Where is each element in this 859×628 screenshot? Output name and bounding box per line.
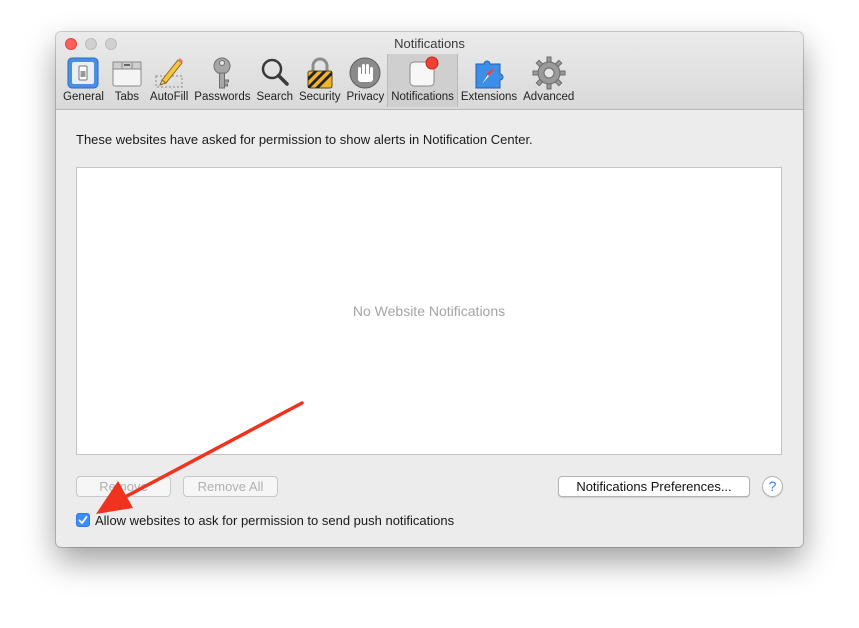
tab-advanced[interactable]: Advanced bbox=[520, 54, 577, 107]
website-notifications-list[interactable]: No Website Notifications bbox=[76, 167, 782, 455]
hand-icon bbox=[349, 57, 381, 89]
pane-description: These websites have asked for permission… bbox=[76, 132, 533, 147]
tab-security-label: Security bbox=[298, 91, 341, 103]
tab-privacy[interactable]: Privacy bbox=[344, 54, 388, 107]
general-switch-icon bbox=[67, 57, 99, 89]
tab-passwords-label: Passwords bbox=[194, 91, 251, 103]
empty-list-message: No Website Notifications bbox=[352, 303, 506, 319]
notifications-preferences-button[interactable]: Notifications Preferences... bbox=[558, 476, 750, 497]
allow-push-checkbox[interactable] bbox=[76, 513, 90, 527]
tab-search[interactable]: Search bbox=[254, 54, 296, 107]
tab-autofill[interactable]: AutoFill bbox=[147, 54, 191, 107]
tab-security[interactable]: Security bbox=[296, 54, 344, 107]
toolbar: Notifications General Tabs AutoFill Pass… bbox=[56, 32, 803, 110]
remove-all-button[interactable]: Remove All bbox=[183, 476, 278, 497]
tab-passwords[interactable]: Passwords bbox=[191, 54, 253, 107]
tab-general-label: General bbox=[63, 91, 104, 103]
remove-button[interactable]: Remove bbox=[76, 476, 171, 497]
magnifier-icon bbox=[261, 58, 289, 86]
tab-extensions-label: Extensions bbox=[460, 91, 518, 103]
tab-general[interactable]: General bbox=[60, 54, 107, 107]
notifications-pane: These websites have asked for permission… bbox=[56, 110, 803, 547]
tab-advanced-label: Advanced bbox=[523, 91, 575, 103]
tab-notifications-label: Notifications bbox=[391, 91, 454, 103]
autofill-pencil-icon bbox=[155, 58, 184, 88]
gear-icon bbox=[532, 56, 566, 90]
tab-tabs[interactable]: Tabs bbox=[107, 54, 147, 107]
preference-tabs: General Tabs AutoFill Passwords Search S… bbox=[60, 54, 577, 107]
preferences-window: Notifications General Tabs AutoFill Pass… bbox=[56, 32, 803, 547]
tabs-icon bbox=[112, 61, 142, 87]
notifications-badge-icon bbox=[409, 56, 439, 87]
tab-autofill-label: AutoFill bbox=[149, 91, 189, 103]
tab-notifications[interactable]: Notifications bbox=[387, 54, 458, 107]
window-title: Notifications bbox=[394, 36, 465, 51]
key-icon bbox=[213, 57, 231, 89]
help-button[interactable]: ? bbox=[762, 476, 783, 497]
tab-tabs-label: Tabs bbox=[114, 91, 140, 103]
tab-search-label: Search bbox=[256, 91, 293, 103]
puzzle-compass-icon bbox=[475, 60, 504, 89]
tab-extensions[interactable]: Extensions bbox=[458, 54, 520, 107]
allow-push-label: Allow websites to ask for permission to … bbox=[95, 512, 455, 528]
tab-privacy-label: Privacy bbox=[346, 91, 385, 103]
padlock-icon bbox=[307, 57, 333, 89]
checkmark-icon bbox=[78, 516, 88, 524]
allow-push-row: Allow websites to ask for permission to … bbox=[76, 512, 454, 528]
